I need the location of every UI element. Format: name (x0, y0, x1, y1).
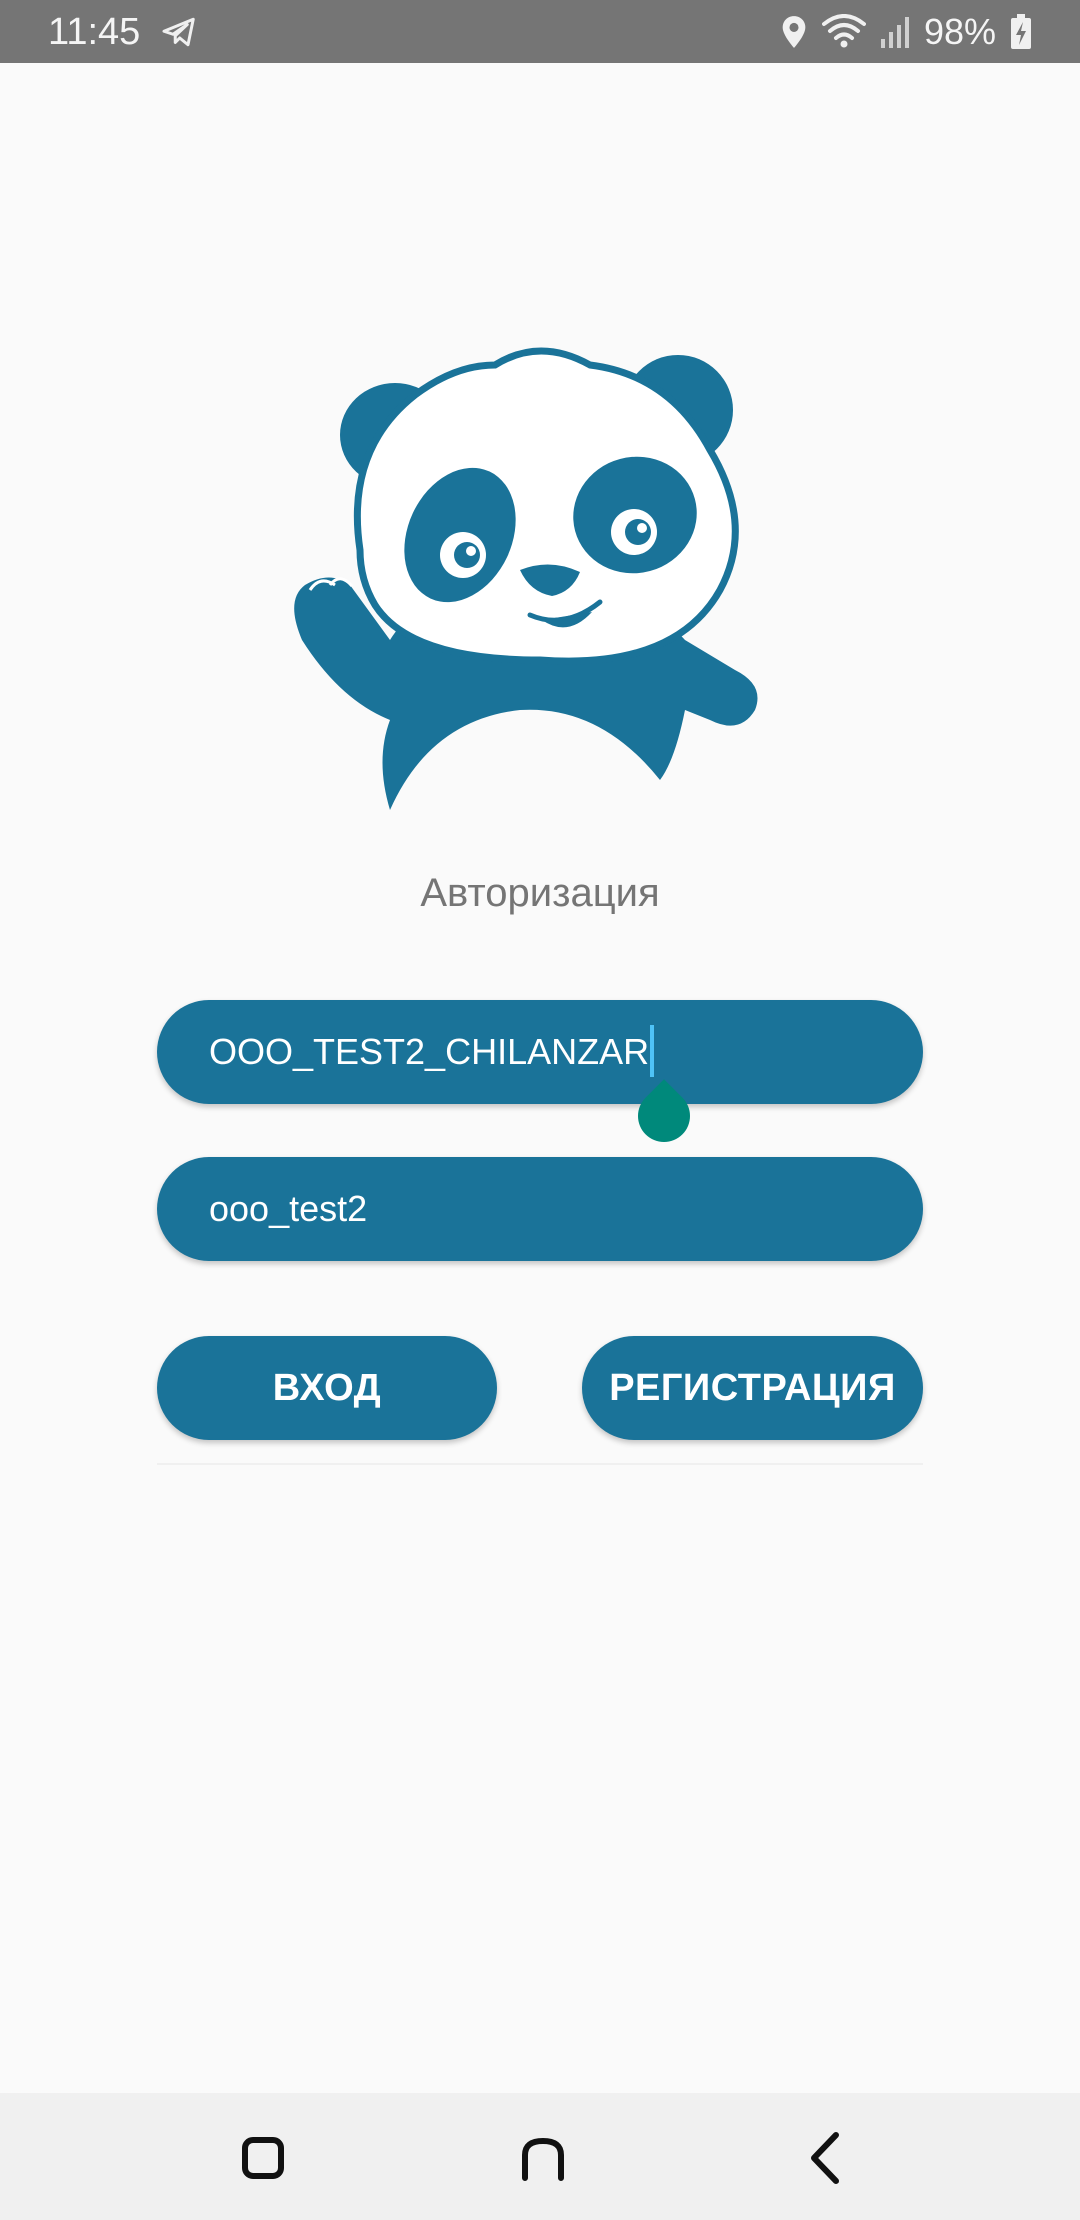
recents-icon[interactable] (228, 2123, 298, 2193)
login-input-value: OOO_TEST2_CHILANZAR (209, 1031, 650, 1072)
telegram-icon (162, 17, 195, 47)
page-title: Авторизация (420, 871, 660, 915)
battery-charging-icon (1011, 13, 1031, 49)
status-bar: 11:45 98% (0, 0, 1080, 63)
text-cursor (650, 1025, 655, 1078)
status-time: 11:45 (48, 11, 141, 53)
login-screen: 11:45 98% Авторизация OOO_TEST2_CHILANZA… (0, 0, 1080, 2220)
battery-percent: 98% (923, 11, 996, 52)
login-button[interactable]: ВХОД (157, 1336, 497, 1440)
register-button[interactable]: РЕГИСТРАЦИЯ (582, 1336, 923, 1440)
panda-logo (294, 347, 758, 810)
navigation-bar (0, 2093, 1080, 2220)
back-icon[interactable] (792, 2123, 862, 2193)
login-input[interactable]: OOO_TEST2_CHILANZAR (157, 1000, 923, 1104)
wifi-icon (821, 13, 866, 47)
password-input-value: ooo_test2 (209, 1188, 368, 1229)
location-icon (782, 15, 806, 48)
divider (157, 1463, 923, 1465)
signal-icon (880, 16, 909, 48)
home-icon[interactable] (508, 2123, 578, 2193)
status-icons: 98% (780, 0, 1032, 63)
password-input[interactable]: ooo_test2 (157, 1157, 923, 1261)
